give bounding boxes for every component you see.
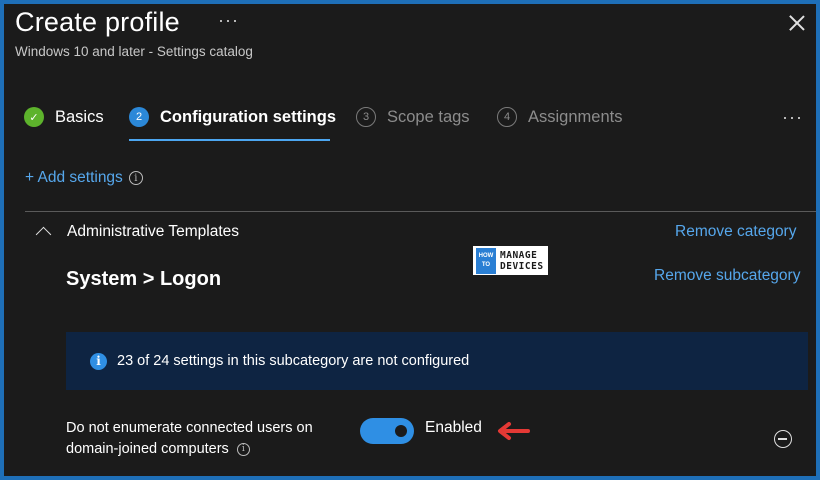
subcategory-title: System > Logon — [66, 268, 222, 290]
tab-label: Basics — [55, 108, 104, 126]
watermark-line2: DEVICES — [500, 260, 544, 272]
create-profile-panel: Create profile ··· Windows 10 and later … — [4, 4, 816, 476]
step-number-badge: 2 — [129, 107, 149, 127]
category-header[interactable]: Administrative Templates — [35, 223, 240, 243]
toggle-state-label: Enabled — [425, 419, 482, 436]
category-label: Administrative Templates — [67, 223, 240, 240]
setting-toggle[interactable] — [360, 418, 414, 444]
info-banner: i 23 of 24 settings in this subcategory … — [66, 332, 808, 390]
setting-label-line1: Do not enumerate connected users on — [66, 420, 313, 436]
setting-label-line2: domain-joined computers — [66, 441, 229, 457]
section-divider — [25, 211, 816, 212]
check-icon: ✓ — [24, 107, 44, 127]
page-subtitle: Windows 10 and later - Settings catalog — [15, 44, 253, 59]
watermark-line1: MANAGE — [500, 249, 538, 261]
banner-text: 23 of 24 settings in this subcategory ar… — [117, 353, 470, 369]
step-number-badge: 4 — [497, 107, 517, 127]
watermark-logo: HOW TO MANAGE DEVICES — [472, 245, 549, 276]
info-icon[interactable]: i — [128, 171, 143, 185]
chevron-up-icon[interactable] — [35, 226, 52, 243]
tab-label: Scope tags — [387, 108, 470, 126]
close-icon[interactable] — [786, 12, 808, 34]
tab-label: Assignments — [528, 108, 623, 126]
watermark-badge: HOW TO — [476, 247, 496, 274]
tab-assignments[interactable]: 4 Assignments — [497, 100, 622, 140]
tab-basics[interactable]: ✓ Basics — [24, 100, 104, 140]
remove-setting-icon[interactable] — [774, 430, 792, 448]
remove-subcategory-link[interactable]: Remove subcategory — [654, 267, 800, 285]
red-arrow-icon — [498, 422, 530, 440]
add-settings-label: + Add settings — [25, 169, 123, 186]
step-number-badge: 3 — [356, 107, 376, 127]
add-settings-link[interactable]: + Add settings i — [25, 169, 143, 187]
page-title: Create profile — [15, 7, 180, 37]
info-icon[interactable]: i — [236, 443, 250, 456]
tab-configuration-settings[interactable]: 2 Configuration settings — [129, 100, 336, 140]
toggle-knob — [395, 425, 407, 437]
watermark-how: HOW — [478, 252, 494, 259]
watermark-to: TO — [481, 261, 491, 268]
tab-label: Configuration settings — [160, 108, 336, 126]
more-options-icon[interactable]: ··· — [218, 10, 239, 31]
tab-scope-tags[interactable]: 3 Scope tags — [356, 100, 470, 140]
tabs-more-icon[interactable]: ··· — [782, 107, 803, 128]
wizard-tabs: ✓ Basics 2 Configuration settings 3 Scop… — [4, 100, 816, 140]
remove-category-link[interactable]: Remove category — [675, 223, 796, 241]
active-tab-indicator — [129, 139, 330, 141]
watermark-text: MANAGE DEVICES — [500, 250, 544, 272]
info-icon: i — [90, 352, 107, 370]
setting-label: Do not enumerate connected users on doma… — [66, 418, 346, 460]
